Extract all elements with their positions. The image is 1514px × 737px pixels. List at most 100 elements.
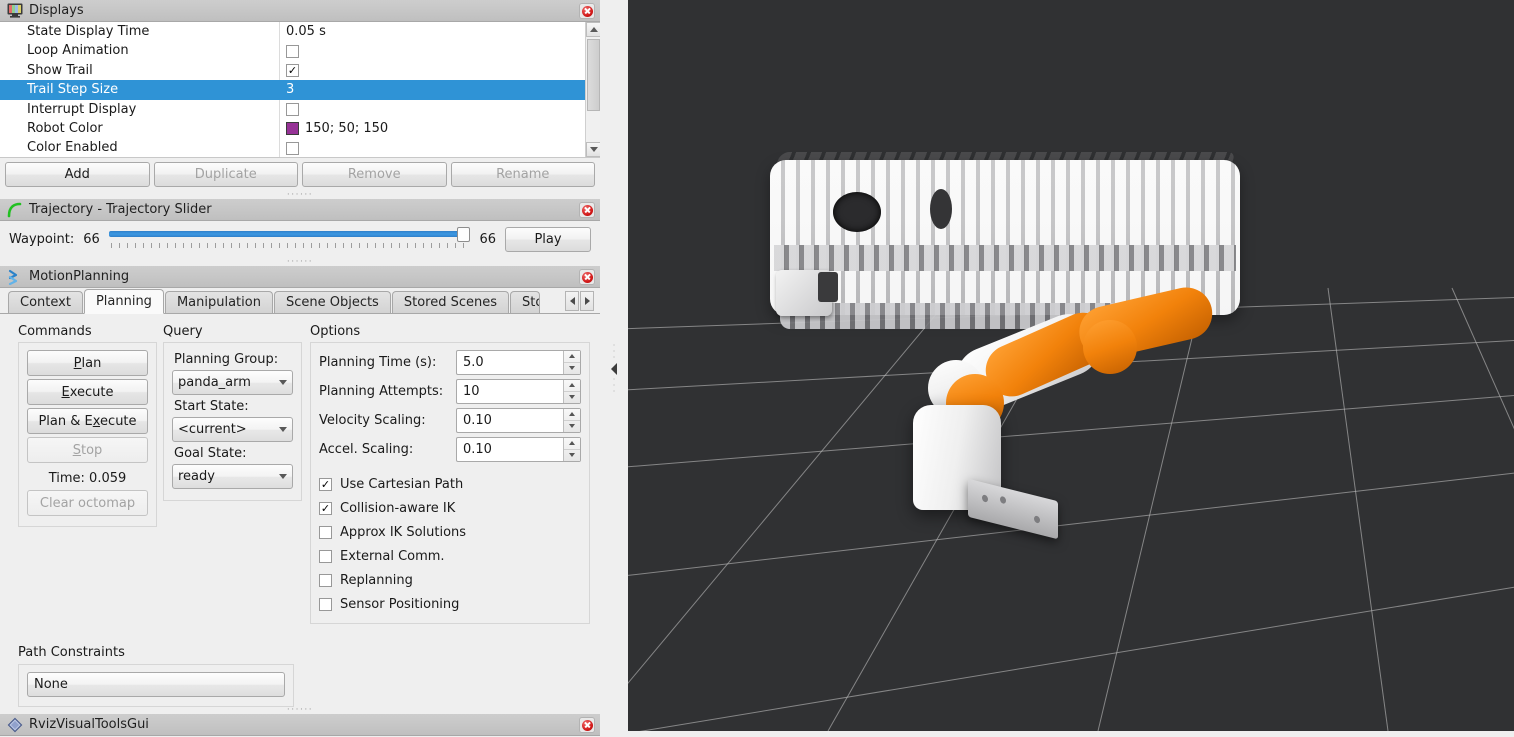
planning-time-value[interactable]: 5.0: [457, 355, 563, 370]
tab-context[interactable]: Context: [8, 291, 83, 313]
property-value[interactable]: 3: [280, 80, 585, 99]
planning-attempts-spinner[interactable]: 10: [456, 379, 581, 404]
options-group: Options Planning Time (s): 5.0 Planning …: [310, 324, 590, 624]
panel-splitter[interactable]: ······: [0, 191, 600, 200]
displays-button-row: Add Duplicate Remove Rename: [0, 158, 600, 192]
motion-planning-panel-title: MotionPlanning: [29, 269, 130, 284]
panel-splitter[interactable]: ······: [0, 706, 600, 715]
rviz-3d-view[interactable]: [628, 0, 1514, 731]
property-value[interactable]: 0.05 s: [280, 22, 585, 41]
show-trail-checkbox[interactable]: ✓: [286, 63, 299, 77]
rename-button[interactable]: Rename: [450, 162, 595, 187]
displays-close-button[interactable]: [579, 3, 595, 19]
tab-stored-states[interactable]: Sto: [510, 291, 540, 313]
replanning-checkbox[interactable]: [319, 573, 332, 587]
velocity-scaling-row: Velocity Scaling: 0.10: [319, 408, 581, 433]
scroll-down-arrow[interactable]: [586, 142, 600, 157]
start-state-select[interactable]: <current>: [172, 417, 293, 442]
goal-state-select[interactable]: ready: [172, 464, 293, 489]
scroll-up-arrow[interactable]: [586, 22, 600, 37]
scrollbar-thumb[interactable]: [587, 39, 600, 111]
spinner-down-icon[interactable]: [564, 421, 580, 433]
accel-scaling-value[interactable]: 0.10: [457, 442, 563, 457]
accel-scaling-row: Accel. Scaling: 0.10: [319, 437, 581, 462]
external-comm-row[interactable]: External Comm.: [319, 544, 581, 568]
use-cartesian-path-checkbox[interactable]: ✓: [319, 477, 332, 491]
displays-tree[interactable]: State Display Time 0.05 s Loop Animation…: [0, 22, 600, 158]
planning-attempts-value[interactable]: 10: [457, 384, 563, 399]
property-value[interactable]: [280, 100, 585, 119]
spinner-buttons[interactable]: [563, 438, 580, 461]
tab-scene-objects[interactable]: Scene Objects: [273, 291, 391, 313]
spinner-buttons[interactable]: [563, 380, 580, 403]
clear-octomap-button[interactable]: Clear octomap: [27, 490, 148, 516]
spinner-up-icon[interactable]: [564, 438, 580, 450]
spinner-down-icon[interactable]: [564, 450, 580, 462]
velocity-scaling-value[interactable]: 0.10: [457, 413, 563, 428]
slider-tickmarks: [110, 243, 467, 249]
waypoint-slider[interactable]: [108, 226, 471, 252]
tab-stored-scenes[interactable]: Stored Scenes: [391, 291, 509, 313]
tab-scroll-right-button[interactable]: [580, 291, 594, 311]
table-row-selected[interactable]: Trail Step Size 3: [0, 80, 585, 100]
property-value[interactable]: [280, 138, 585, 157]
tab-scroll-left-button[interactable]: [565, 291, 579, 311]
table-row[interactable]: Robot Color 150; 50; 150: [0, 118, 585, 139]
play-button[interactable]: Play: [505, 226, 591, 252]
table-row[interactable]: Show Trail ✓: [0, 60, 585, 81]
sensor-positioning-row[interactable]: Sensor Positioning: [319, 592, 581, 616]
table-row[interactable]: Loop Animation: [0, 41, 585, 61]
robot-color-swatch[interactable]: [286, 122, 299, 136]
loop-animation-checkbox[interactable]: [286, 44, 299, 58]
stop-button[interactable]: Stop: [27, 437, 148, 463]
motion-planning-close-button[interactable]: [579, 269, 595, 285]
path-constraints-select[interactable]: None: [27, 672, 285, 697]
property-value[interactable]: ✓: [280, 61, 585, 80]
plan-button[interactable]: Plan: [27, 350, 148, 376]
path-constraints-group: Path Constraints None: [18, 645, 600, 707]
robot-trail-midband: [774, 245, 1236, 271]
tab-manipulation[interactable]: Manipulation: [164, 291, 273, 313]
dock-collapse-handle[interactable]: · · · · · ·: [600, 0, 628, 737]
spinner-up-icon[interactable]: [564, 380, 580, 392]
remove-button[interactable]: Remove: [302, 162, 447, 187]
tab-planning[interactable]: Planning: [83, 289, 164, 314]
color-enabled-checkbox[interactable]: [286, 141, 299, 155]
panel-splitter[interactable]: ······: [0, 258, 600, 267]
spinner-buttons[interactable]: [563, 409, 580, 432]
spinner-down-icon[interactable]: [564, 392, 580, 404]
displays-vertical-scrollbar[interactable]: [585, 22, 600, 157]
chevron-left-icon[interactable]: [611, 362, 617, 375]
collision-aware-ik-checkbox[interactable]: ✓: [319, 501, 332, 515]
planning-group-select[interactable]: panda_arm: [172, 370, 293, 395]
rviz-visual-tools-close-button[interactable]: [579, 717, 595, 733]
plan-and-execute-button[interactable]: Plan & Execute: [27, 408, 148, 434]
trajectory-close-button[interactable]: [579, 202, 595, 218]
accel-scaling-spinner[interactable]: 0.10: [456, 437, 581, 462]
sensor-positioning-checkbox[interactable]: [319, 597, 332, 611]
approx-ik-solutions-row[interactable]: Approx IK Solutions: [319, 520, 581, 544]
slider-handle[interactable]: [457, 227, 471, 242]
velocity-scaling-spinner[interactable]: 0.10: [456, 408, 581, 433]
collision-aware-ik-row[interactable]: ✓ Collision-aware IK: [319, 496, 581, 520]
spinner-buttons[interactable]: [563, 351, 580, 374]
spinner-down-icon[interactable]: [564, 363, 580, 375]
table-row[interactable]: Color Enabled: [0, 138, 585, 157]
planning-time-spinner[interactable]: 5.0: [456, 350, 581, 375]
approx-ik-solutions-checkbox[interactable]: [319, 525, 332, 539]
external-comm-checkbox[interactable]: [319, 549, 332, 563]
execute-button[interactable]: Execute: [27, 379, 148, 405]
property-value[interactable]: 150; 50; 150: [280, 119, 585, 138]
spinner-up-icon[interactable]: [564, 351, 580, 363]
table-row[interactable]: State Display Time 0.05 s: [0, 22, 585, 42]
replanning-row[interactable]: Replanning: [319, 568, 581, 592]
use-cartesian-path-row[interactable]: ✓ Use Cartesian Path: [319, 472, 581, 496]
duplicate-button[interactable]: Duplicate: [153, 162, 298, 187]
property-value[interactable]: [280, 41, 585, 60]
robot-link-aperture: [833, 192, 881, 232]
interrupt-display-checkbox[interactable]: [286, 102, 299, 116]
spinner-up-icon[interactable]: [564, 409, 580, 421]
planning-attempts-row: Planning Attempts: 10: [319, 379, 581, 404]
table-row[interactable]: Interrupt Display: [0, 99, 585, 119]
add-button[interactable]: Add: [5, 162, 150, 187]
